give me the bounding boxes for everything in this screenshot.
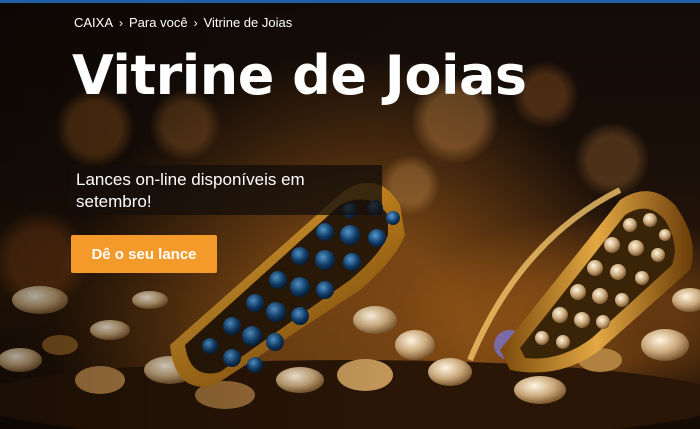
top-accent-bar: [0, 0, 700, 3]
breadcrumb-link-para-voce[interactable]: Para você: [129, 15, 188, 30]
subtitle-box: Lances on-line disponíveis em setembro!: [70, 165, 382, 215]
breadcrumb-link-caixa[interactable]: CAIXA: [74, 15, 113, 30]
hero-banner: CAIXA › Para você › Vitrine de Joias Vit…: [0, 0, 700, 429]
place-bid-button[interactable]: Dê o seu lance: [71, 235, 217, 273]
chevron-right-icon: ›: [119, 15, 124, 30]
hero-subtitle: Lances on-line disponíveis em setembro!: [76, 170, 305, 211]
breadcrumb-current: Vitrine de Joias: [203, 15, 293, 30]
breadcrumb: CAIXA › Para você › Vitrine de Joias: [74, 15, 292, 30]
page-title: Vitrine de Joias: [72, 44, 527, 107]
chevron-right-icon: ›: [193, 15, 198, 30]
